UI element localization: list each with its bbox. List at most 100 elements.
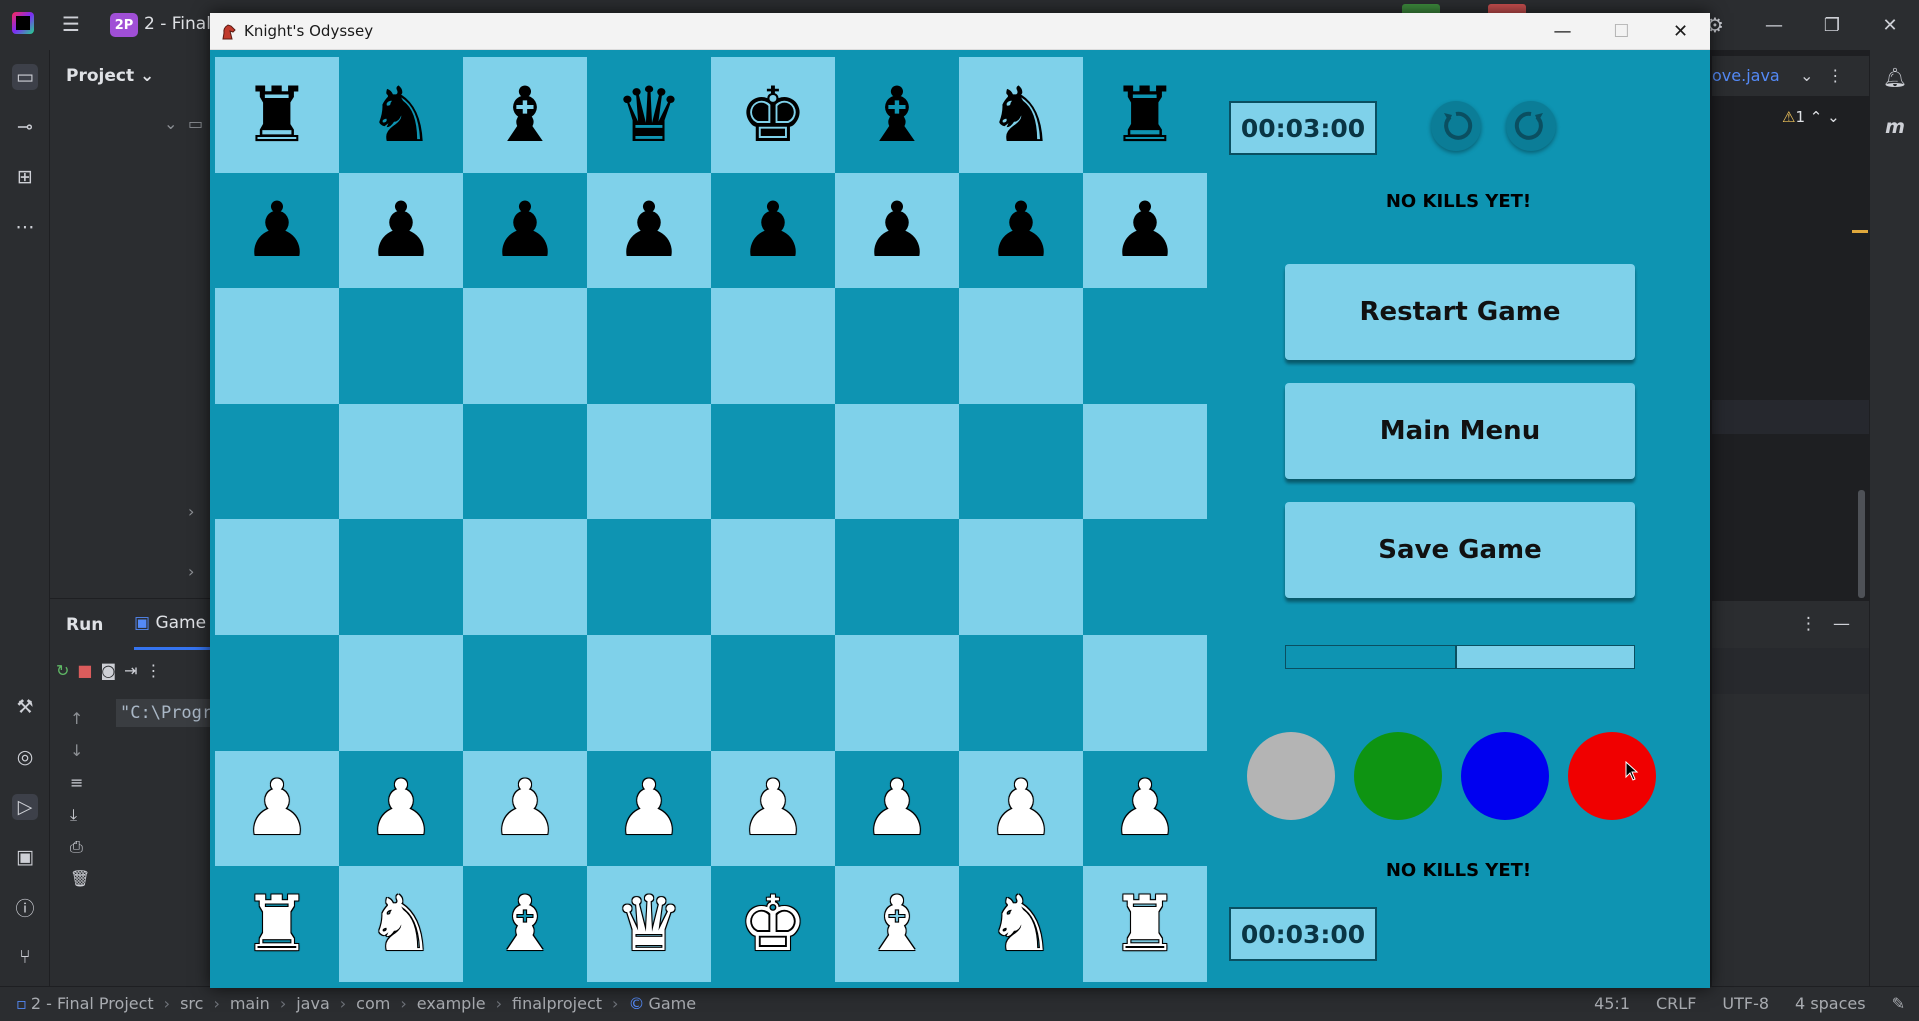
white-bishop-piece[interactable]: ♝: [863, 885, 931, 962]
breadcrumb-item[interactable]: java: [296, 994, 330, 1013]
print-icon[interactable]: ⎙: [70, 837, 83, 857]
square-b8[interactable]: ♞: [339, 57, 463, 173]
square-c7[interactable]: ♟: [463, 172, 587, 289]
file-encoding[interactable]: UTF-8: [1722, 994, 1769, 1013]
exit-icon[interactable]: ⇥: [124, 661, 145, 680]
black-pawn-piece[interactable]: ♟: [243, 192, 311, 268]
chevron-down-icon[interactable]: ⌄: [1800, 66, 1827, 85]
black-pawn-piece[interactable]: ♟: [863, 192, 931, 268]
square-e4[interactable]: [711, 519, 835, 635]
square-g8[interactable]: ♞: [959, 57, 1083, 173]
square-d7[interactable]: ♟: [587, 172, 711, 289]
restart-game-button[interactable]: Restart Game: [1285, 264, 1635, 360]
theme-color-blue[interactable]: [1461, 732, 1549, 820]
square-h2[interactable]: ♟: [1083, 750, 1207, 867]
square-b2[interactable]: ♟: [339, 750, 463, 867]
black-pawn-piece[interactable]: ♟: [367, 192, 435, 268]
square-c5[interactable]: [463, 403, 587, 520]
project-panel-title[interactable]: Project ⌄: [66, 66, 154, 86]
more-icon[interactable]: ⋮: [1827, 66, 1857, 85]
square-e1[interactable]: ♚: [711, 866, 835, 982]
square-d2[interactable]: ♟: [587, 750, 711, 867]
square-d5[interactable]: [587, 403, 711, 520]
black-knight-piece[interactable]: ♞: [367, 76, 435, 153]
breadcrumb-item[interactable]: com: [356, 994, 390, 1013]
breadcrumb-item[interactable]: 2 - Final Project: [31, 994, 154, 1013]
white-pawn-piece[interactable]: ♟: [243, 770, 311, 846]
square-f2[interactable]: ♟: [835, 750, 959, 867]
square-c4[interactable]: [463, 519, 587, 635]
square-f8[interactable]: ♝: [835, 57, 959, 173]
square-g4[interactable]: [959, 519, 1083, 635]
square-f7[interactable]: ♟: [835, 172, 959, 289]
square-b5[interactable]: [339, 403, 463, 520]
scroll-up-icon[interactable]: ↑: [70, 709, 83, 728]
line-separator[interactable]: CRLF: [1656, 994, 1696, 1013]
square-e7[interactable]: ♟: [711, 172, 835, 289]
square-a1[interactable]: ♜: [215, 866, 339, 982]
square-d1[interactable]: ♛: [587, 866, 711, 982]
black-rook-piece[interactable]: ♜: [243, 76, 311, 153]
breadcrumb-item[interactable]: example: [417, 994, 486, 1013]
editor-tab-move-java[interactable]: ove.java: [1712, 66, 1780, 85]
ide-restore-icon[interactable]: ❐: [1803, 15, 1861, 36]
square-h1[interactable]: ♜: [1083, 866, 1207, 982]
square-e2[interactable]: ♟: [711, 750, 835, 867]
square-a4[interactable]: [215, 519, 339, 635]
white-bishop-piece[interactable]: ♝: [491, 885, 559, 962]
black-bishop-piece[interactable]: ♝: [863, 76, 931, 153]
breadcrumb-item[interactable]: src: [180, 994, 203, 1013]
white-pawn-piece[interactable]: ♟: [491, 770, 559, 846]
white-king-piece[interactable]: ♚: [739, 885, 807, 962]
indent-setting[interactable]: 4 spaces: [1795, 994, 1866, 1013]
theme-color-gray[interactable]: [1247, 732, 1335, 820]
white-pawn-piece[interactable]: ♟: [1111, 770, 1179, 846]
main-menu-button[interactable]: Main Menu: [1285, 383, 1635, 479]
square-d8[interactable]: ♛: [587, 57, 711, 173]
main-menu-icon[interactable]: ☰: [62, 14, 80, 34]
square-h3[interactable]: [1083, 634, 1207, 751]
square-g7[interactable]: ♟: [959, 172, 1083, 289]
run-tab-game[interactable]: ▣ Game: [134, 613, 206, 633]
black-rook-piece[interactable]: ♜: [1111, 76, 1179, 153]
ide-close-icon[interactable]: ✕: [1861, 15, 1919, 36]
white-pawn-piece[interactable]: ♟: [615, 770, 683, 846]
save-game-button[interactable]: Save Game: [1285, 502, 1635, 598]
square-e3[interactable]: [711, 634, 835, 751]
maximize-icon[interactable]: ☐: [1592, 13, 1651, 50]
square-a8[interactable]: ♜: [215, 57, 339, 173]
rerun-icon[interactable]: ↻: [56, 661, 77, 680]
square-h5[interactable]: [1083, 403, 1207, 520]
black-pawn-piece[interactable]: ♟: [491, 192, 559, 268]
ide-minimize-icon[interactable]: —: [1745, 15, 1803, 36]
square-g6[interactable]: [959, 288, 1083, 404]
notifications-bell-icon[interactable]: 🔔︎: [1882, 64, 1908, 90]
git-branch-icon[interactable]: ⑂: [12, 944, 38, 970]
square-d4[interactable]: [587, 519, 711, 635]
square-d3[interactable]: [587, 634, 711, 751]
build-hammer-icon[interactable]: ⚒: [12, 694, 38, 720]
square-f5[interactable]: [835, 403, 959, 520]
white-pawn-piece[interactable]: ♟: [367, 770, 435, 846]
warning-gutter-mark[interactable]: [1852, 230, 1868, 233]
more-tools-icon[interactable]: ⋯: [12, 214, 38, 240]
square-b4[interactable]: [339, 519, 463, 635]
black-pawn-piece[interactable]: ♟: [615, 192, 683, 268]
theme-color-green[interactable]: [1354, 732, 1442, 820]
structure-icon[interactable]: ⊞: [12, 164, 38, 190]
square-b6[interactable]: [339, 288, 463, 404]
white-queen-piece[interactable]: ♛: [615, 885, 683, 962]
project-name[interactable]: 2 - Final: [144, 14, 211, 34]
square-h7[interactable]: ♟: [1083, 172, 1207, 289]
black-knight-piece[interactable]: ♞: [987, 76, 1055, 153]
chevron-right-icon[interactable]: ›: [188, 502, 194, 521]
black-bishop-piece[interactable]: ♝: [491, 76, 559, 153]
square-a7[interactable]: ♟: [215, 172, 339, 289]
square-h4[interactable]: [1083, 519, 1207, 635]
more-icon[interactable]: ⋮: [145, 661, 169, 680]
square-b3[interactable]: [339, 634, 463, 751]
read-only-lock-icon[interactable]: ✎: [1892, 994, 1905, 1013]
scroll-down-icon[interactable]: ↓: [70, 741, 83, 760]
white-pawn-piece[interactable]: ♟: [987, 770, 1055, 846]
redo-button[interactable]: [1506, 101, 1556, 151]
